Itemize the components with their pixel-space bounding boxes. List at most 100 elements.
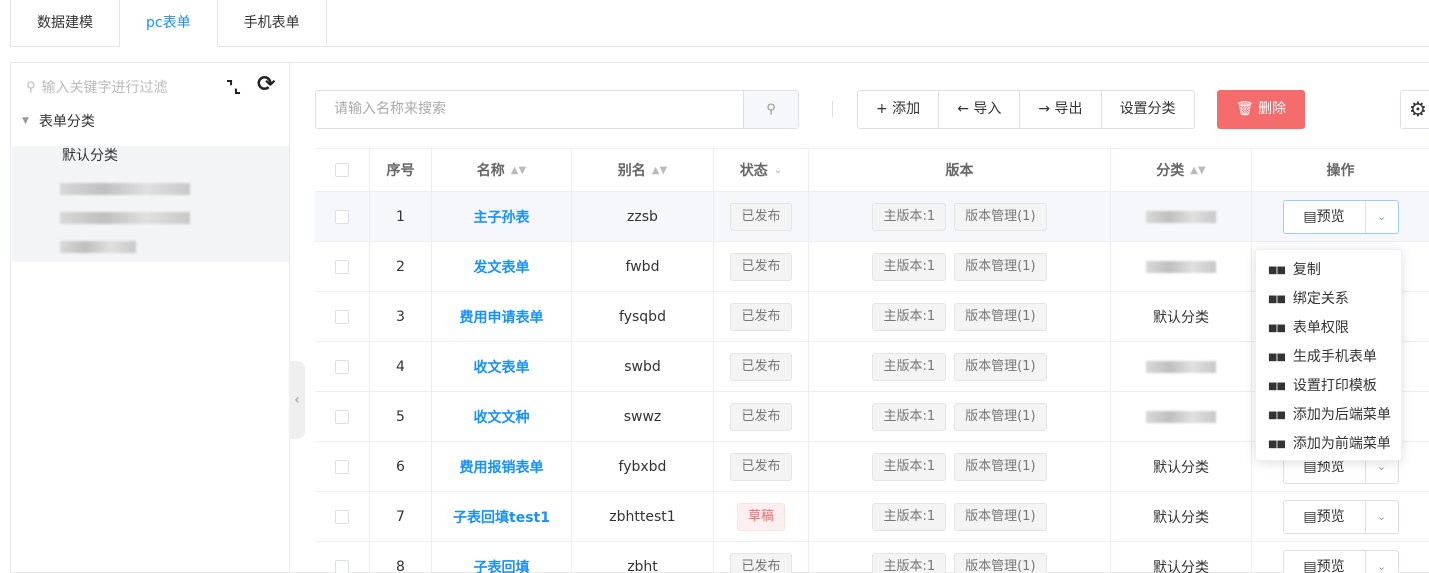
main-version-button[interactable]: 主版本:1: [872, 302, 947, 331]
version-management-button[interactable]: 版本管理(1): [954, 402, 1047, 431]
caret-down-icon[interactable]: ▼: [22, 116, 29, 126]
row-category: [1111, 342, 1252, 391]
dropdown-menu-item[interactable]: ■■ 表单权限: [1256, 314, 1401, 343]
row-checkbox[interactable]: [335, 309, 349, 324]
dropdown-menu-item[interactable]: ■■ 绑定关系: [1256, 285, 1401, 314]
header-name[interactable]: 名称 ▲▼: [432, 149, 572, 191]
search-field[interactable]: 请输入名称来搜索 ⚲: [315, 90, 799, 129]
tree-node-redacted[interactable]: [60, 183, 190, 195]
status-badge: 草稿: [736, 502, 785, 531]
sort-icon[interactable]: ▲▼: [652, 165, 667, 176]
row-select-cell: [315, 192, 370, 241]
preview-split-button: ▤预览 ⌄: [1282, 499, 1399, 534]
dropdown-menu-item[interactable]: ■■ 生成手机表单: [1256, 343, 1401, 372]
form-name-link[interactable]: 发文表单: [474, 257, 530, 277]
main-version-button[interactable]: 主版本:1: [872, 402, 947, 431]
tab-mobile-form[interactable]: 手机表单: [218, 0, 327, 47]
tree-filter-input[interactable]: ⚲ 输入关键字进行过滤: [26, 75, 206, 99]
main-version-button[interactable]: 主版本:1: [872, 202, 947, 231]
form-name-link[interactable]: 费用申请表单: [460, 307, 544, 327]
version-management-button[interactable]: 版本管理(1): [954, 202, 1047, 231]
tree-node-redacted[interactable]: [60, 212, 190, 224]
form-name-link[interactable]: 收文文种: [474, 407, 530, 427]
row-category: 默认分类: [1111, 492, 1252, 541]
tab-pc-form[interactable]: pc表单: [120, 0, 218, 47]
version-management-button[interactable]: 版本管理(1): [954, 502, 1047, 531]
tree-node-redacted[interactable]: [60, 241, 136, 253]
version-management-button[interactable]: 版本管理(1): [954, 302, 1047, 331]
row-status: 已发布: [714, 442, 809, 491]
sort-icon[interactable]: ▲▼: [1190, 165, 1205, 176]
add-button[interactable]: + 添加: [857, 90, 940, 129]
dropdown-menu-item[interactable]: ■■ 复制: [1256, 256, 1401, 285]
main-version-button[interactable]: 主版本:1: [872, 252, 947, 281]
row-name[interactable]: 费用申请表单: [432, 292, 572, 341]
header-category[interactable]: 分类 ▲▼: [1111, 149, 1252, 191]
import-button[interactable]: ← 导入: [939, 90, 1021, 129]
row-checkbox[interactable]: [335, 409, 349, 424]
version-management-button[interactable]: 版本管理(1): [954, 552, 1047, 573]
version-management-button[interactable]: 版本管理(1): [954, 252, 1047, 281]
header-status[interactable]: 状态 ⌄: [714, 149, 809, 191]
row-name[interactable]: 费用报销表单: [432, 442, 572, 491]
row-category: 默认分类: [1111, 542, 1252, 573]
preview-button[interactable]: ▤预览: [1284, 550, 1366, 573]
row-name[interactable]: 主子孙表: [432, 192, 572, 241]
dropdown-menu-item[interactable]: ■■ 添加为前端菜单: [1256, 430, 1401, 459]
select-all-checkbox[interactable]: [335, 163, 349, 177]
refresh-icon[interactable]: ⟳: [257, 72, 275, 97]
expand-icon[interactable]: ⌝⌞: [226, 77, 241, 96]
row-checkbox[interactable]: [335, 509, 349, 524]
search-button[interactable]: ⚲: [743, 91, 798, 128]
delete-button[interactable]: 🗑 删除: [1217, 90, 1305, 129]
row-checkbox[interactable]: [335, 459, 349, 474]
row-name[interactable]: 收文表单: [432, 342, 572, 391]
table-row[interactable]: 8 子表回填 zbht 已发布 主版本:1 版本管理(1) 默认分类 ▤预览 ⌄: [315, 542, 1429, 573]
tab-data-modeling[interactable]: 数据建模: [10, 0, 120, 47]
dropdown-menu-item[interactable]: ■■ 添加为后端菜单: [1256, 401, 1401, 430]
row-name[interactable]: 子表回填test1: [432, 492, 572, 541]
search-input[interactable]: 请输入名称来搜索: [316, 91, 743, 128]
table-row[interactable]: 1 主子孙表 zzsb 已发布 主版本:1 版本管理(1) ▤预览 ⌄: [315, 192, 1429, 242]
panel-splitter: [289, 63, 290, 573]
more-actions-toggle[interactable]: ⌄: [1366, 551, 1398, 573]
gear-icon[interactable]: ⚙: [1400, 90, 1429, 129]
form-name-link[interactable]: 费用报销表单: [460, 457, 544, 477]
document-icon: ▤: [1303, 208, 1317, 225]
grid-icon: ■■: [1268, 439, 1286, 450]
table-row[interactable]: 7 子表回填test1 zbhttest1 草稿 主版本:1 版本管理(1) 默…: [315, 492, 1429, 542]
header-alias[interactable]: 别名 ▲▼: [572, 149, 714, 191]
row-name[interactable]: 子表回填: [432, 542, 572, 573]
main-version-button[interactable]: 主版本:1: [872, 352, 947, 381]
row-checkbox[interactable]: [335, 559, 349, 573]
version-management-button[interactable]: 版本管理(1): [954, 452, 1047, 481]
export-button[interactable]: → 导出: [1020, 90, 1102, 129]
tree-node-default-category[interactable]: 默认分类: [62, 145, 118, 165]
form-name-link[interactable]: 子表回填test1: [453, 507, 550, 527]
tree-node-root[interactable]: ▼ 表单分类: [22, 111, 95, 131]
chevron-down-icon[interactable]: ⌄: [774, 165, 782, 176]
search-icon: ⚲: [26, 79, 36, 95]
preview-button[interactable]: ▤预览: [1284, 200, 1366, 233]
set-category-button[interactable]: 设置分类: [1101, 90, 1195, 129]
form-name-link[interactable]: 主子孙表: [474, 207, 530, 227]
version-management-button[interactable]: 版本管理(1): [954, 352, 1047, 381]
preview-button[interactable]: ▤预览: [1284, 500, 1366, 533]
more-actions-toggle[interactable]: ⌄: [1366, 201, 1398, 233]
collapse-panel-handle[interactable]: ‹: [289, 361, 305, 439]
form-name-link[interactable]: 子表回填: [474, 557, 530, 573]
row-checkbox[interactable]: [335, 209, 349, 224]
row-checkbox[interactable]: [335, 359, 349, 374]
row-name[interactable]: 发文表单: [432, 242, 572, 291]
form-name-link[interactable]: 收文表单: [474, 357, 530, 377]
main-version-button[interactable]: 主版本:1: [872, 502, 947, 531]
main-version-button[interactable]: 主版本:1: [872, 452, 947, 481]
row-checkbox[interactable]: [335, 259, 349, 274]
sort-icon[interactable]: ▲▼: [511, 165, 526, 176]
row-alias: fysqbd: [572, 292, 714, 341]
tree-filter-placeholder: 输入关键字进行过滤: [41, 80, 168, 96]
more-actions-toggle[interactable]: ⌄: [1366, 501, 1398, 533]
dropdown-menu-item[interactable]: ■■ 设置打印模板: [1256, 372, 1401, 401]
row-name[interactable]: 收文文种: [432, 392, 572, 441]
main-version-button[interactable]: 主版本:1: [872, 552, 947, 573]
